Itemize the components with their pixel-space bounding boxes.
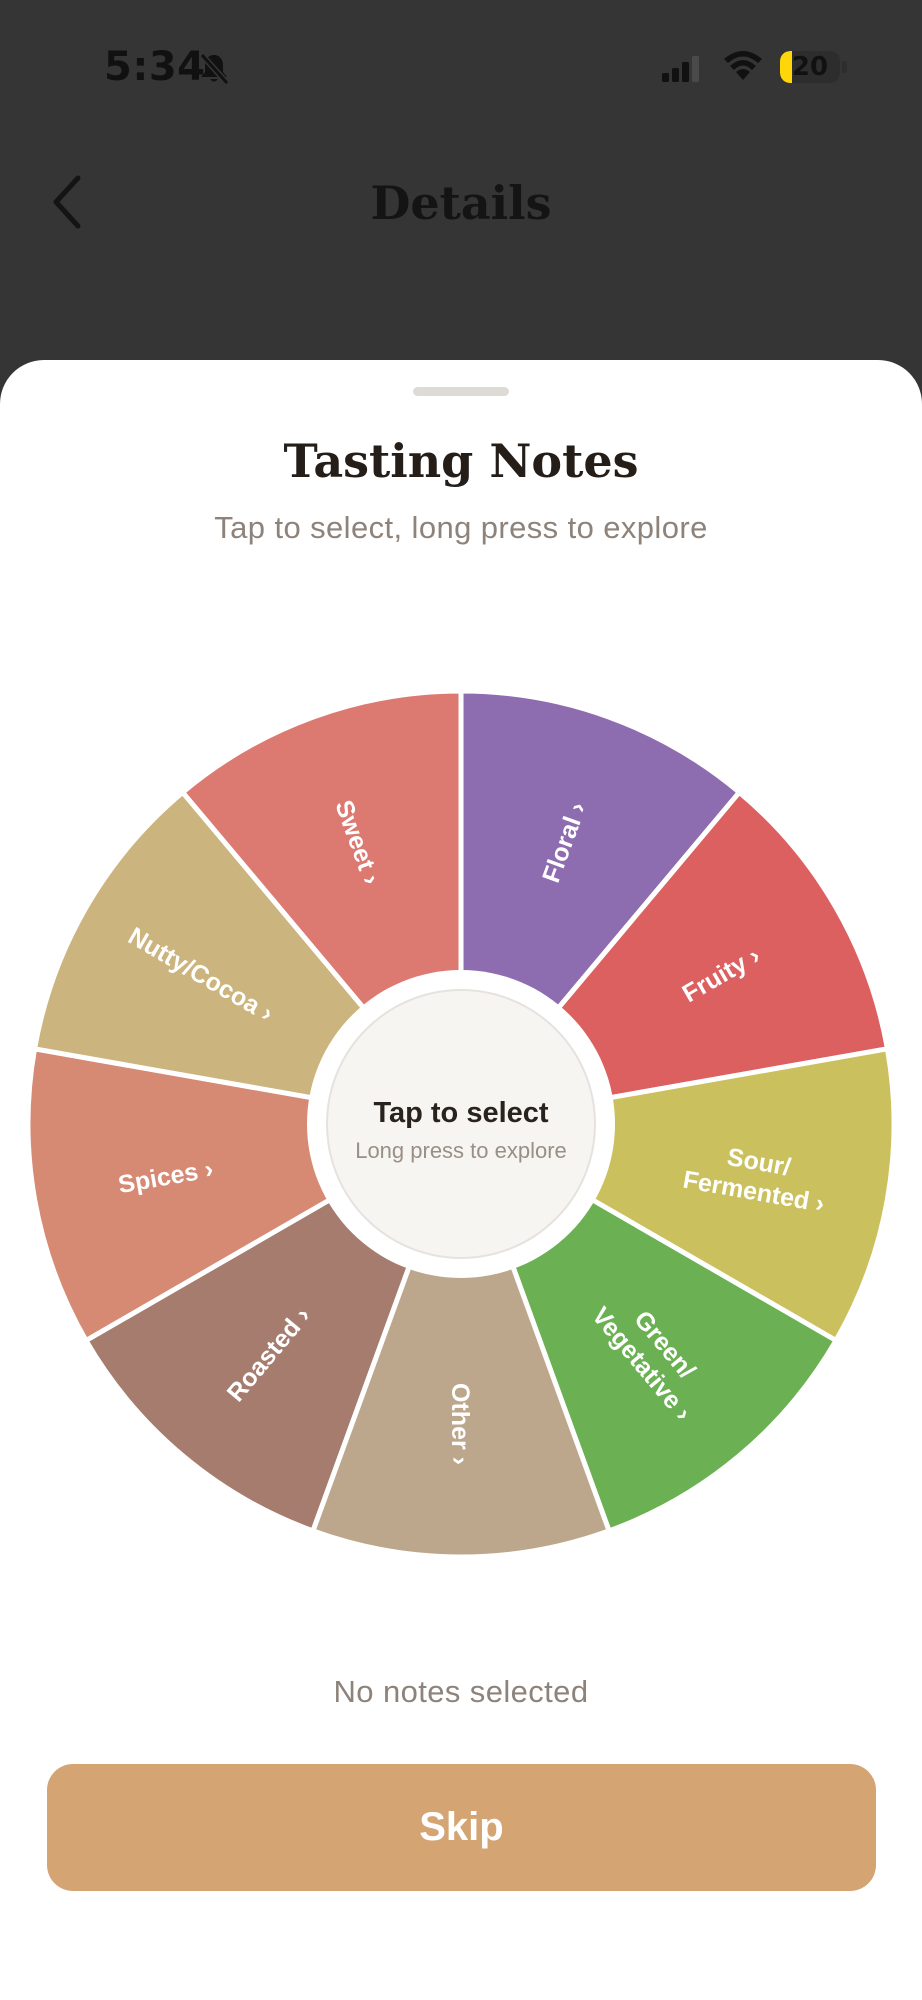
sheet-title: Tasting Notes xyxy=(283,434,639,488)
battery-cap xyxy=(842,61,847,73)
battery-icon: 20 xyxy=(780,51,840,83)
status-time: 5:34 xyxy=(104,44,206,90)
sheet-subtitle: Tap to select, long press to explore xyxy=(214,510,708,545)
skip-button[interactable]: Skip xyxy=(47,1764,876,1891)
wheel-center-subtitle: Long press to explore xyxy=(355,1138,567,1163)
battery-level: 20 xyxy=(791,52,829,82)
wifi-icon xyxy=(724,51,762,80)
page-title: Details xyxy=(370,176,552,230)
wheel-center-title: Tap to select xyxy=(373,1097,548,1129)
bell-slash-icon xyxy=(199,53,230,85)
wheel-segment-label: Other › xyxy=(446,1383,474,1465)
tasting-notes-sheet: Tasting Notes Tap to select, long press … xyxy=(0,360,922,2000)
status-bar: 5:34 20 xyxy=(0,0,922,140)
tasting-wheel: Floral ›Fruity ›Sour/Fermented ›Green/Ve… xyxy=(25,688,897,1560)
selection-status: No notes selected xyxy=(333,1674,589,1709)
cellular-signal-icon xyxy=(662,56,699,82)
sheet-grabber[interactable] xyxy=(413,387,509,396)
